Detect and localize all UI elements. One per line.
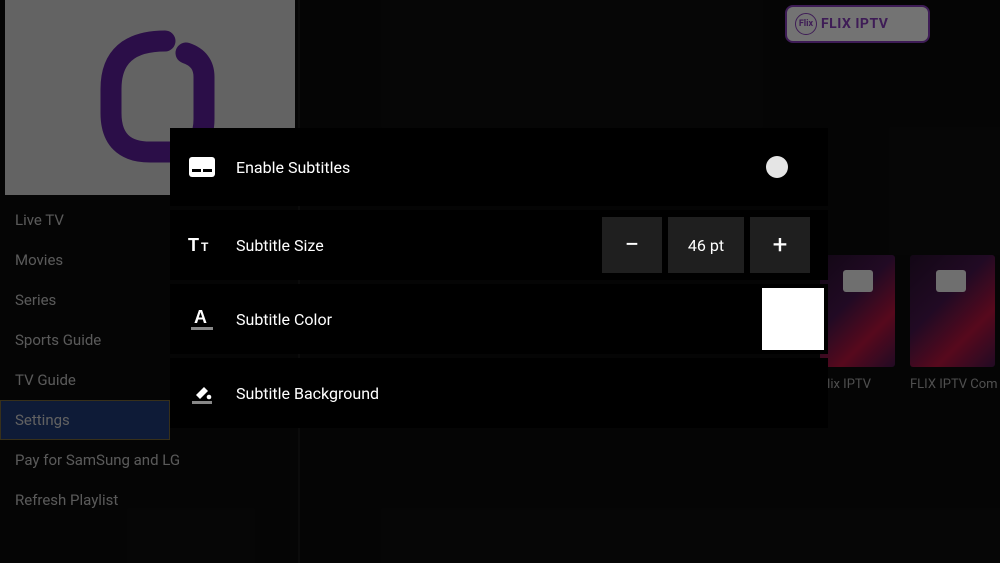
subtitles-icon — [188, 157, 216, 177]
subtitle-color-swatch[interactable] — [762, 288, 824, 350]
enable-subtitles-label: Enable Subtitles — [236, 158, 350, 177]
decrease-button[interactable]: − — [602, 217, 662, 273]
subtitle-size-value: 46 pt — [668, 217, 744, 273]
text-color-icon: A — [188, 307, 216, 331]
text-size-icon: TT — [188, 235, 216, 255]
enable-subtitles-toggle[interactable] — [766, 156, 788, 178]
svg-text:T: T — [201, 240, 209, 254]
svg-text:A: A — [194, 307, 207, 327]
increase-button[interactable]: + — [750, 217, 810, 273]
row-subtitle-background[interactable]: Subtitle Background — [170, 358, 828, 428]
subtitle-background-label: Subtitle Background — [236, 384, 379, 403]
subtitle-size-stepper: − 46 pt + — [602, 217, 810, 273]
subtitle-settings-modal: Enable Subtitles TT Subtitle Size − 46 p… — [170, 128, 828, 428]
row-subtitle-color[interactable]: A Subtitle Color — [170, 284, 828, 354]
subtitle-color-label: Subtitle Color — [236, 310, 332, 329]
svg-text:T: T — [188, 235, 199, 255]
row-enable-subtitles[interactable]: Enable Subtitles — [170, 128, 828, 206]
row-subtitle-size: TT Subtitle Size − 46 pt + — [170, 210, 828, 280]
subtitle-size-label: Subtitle Size — [236, 236, 324, 255]
fill-color-icon — [188, 381, 216, 405]
